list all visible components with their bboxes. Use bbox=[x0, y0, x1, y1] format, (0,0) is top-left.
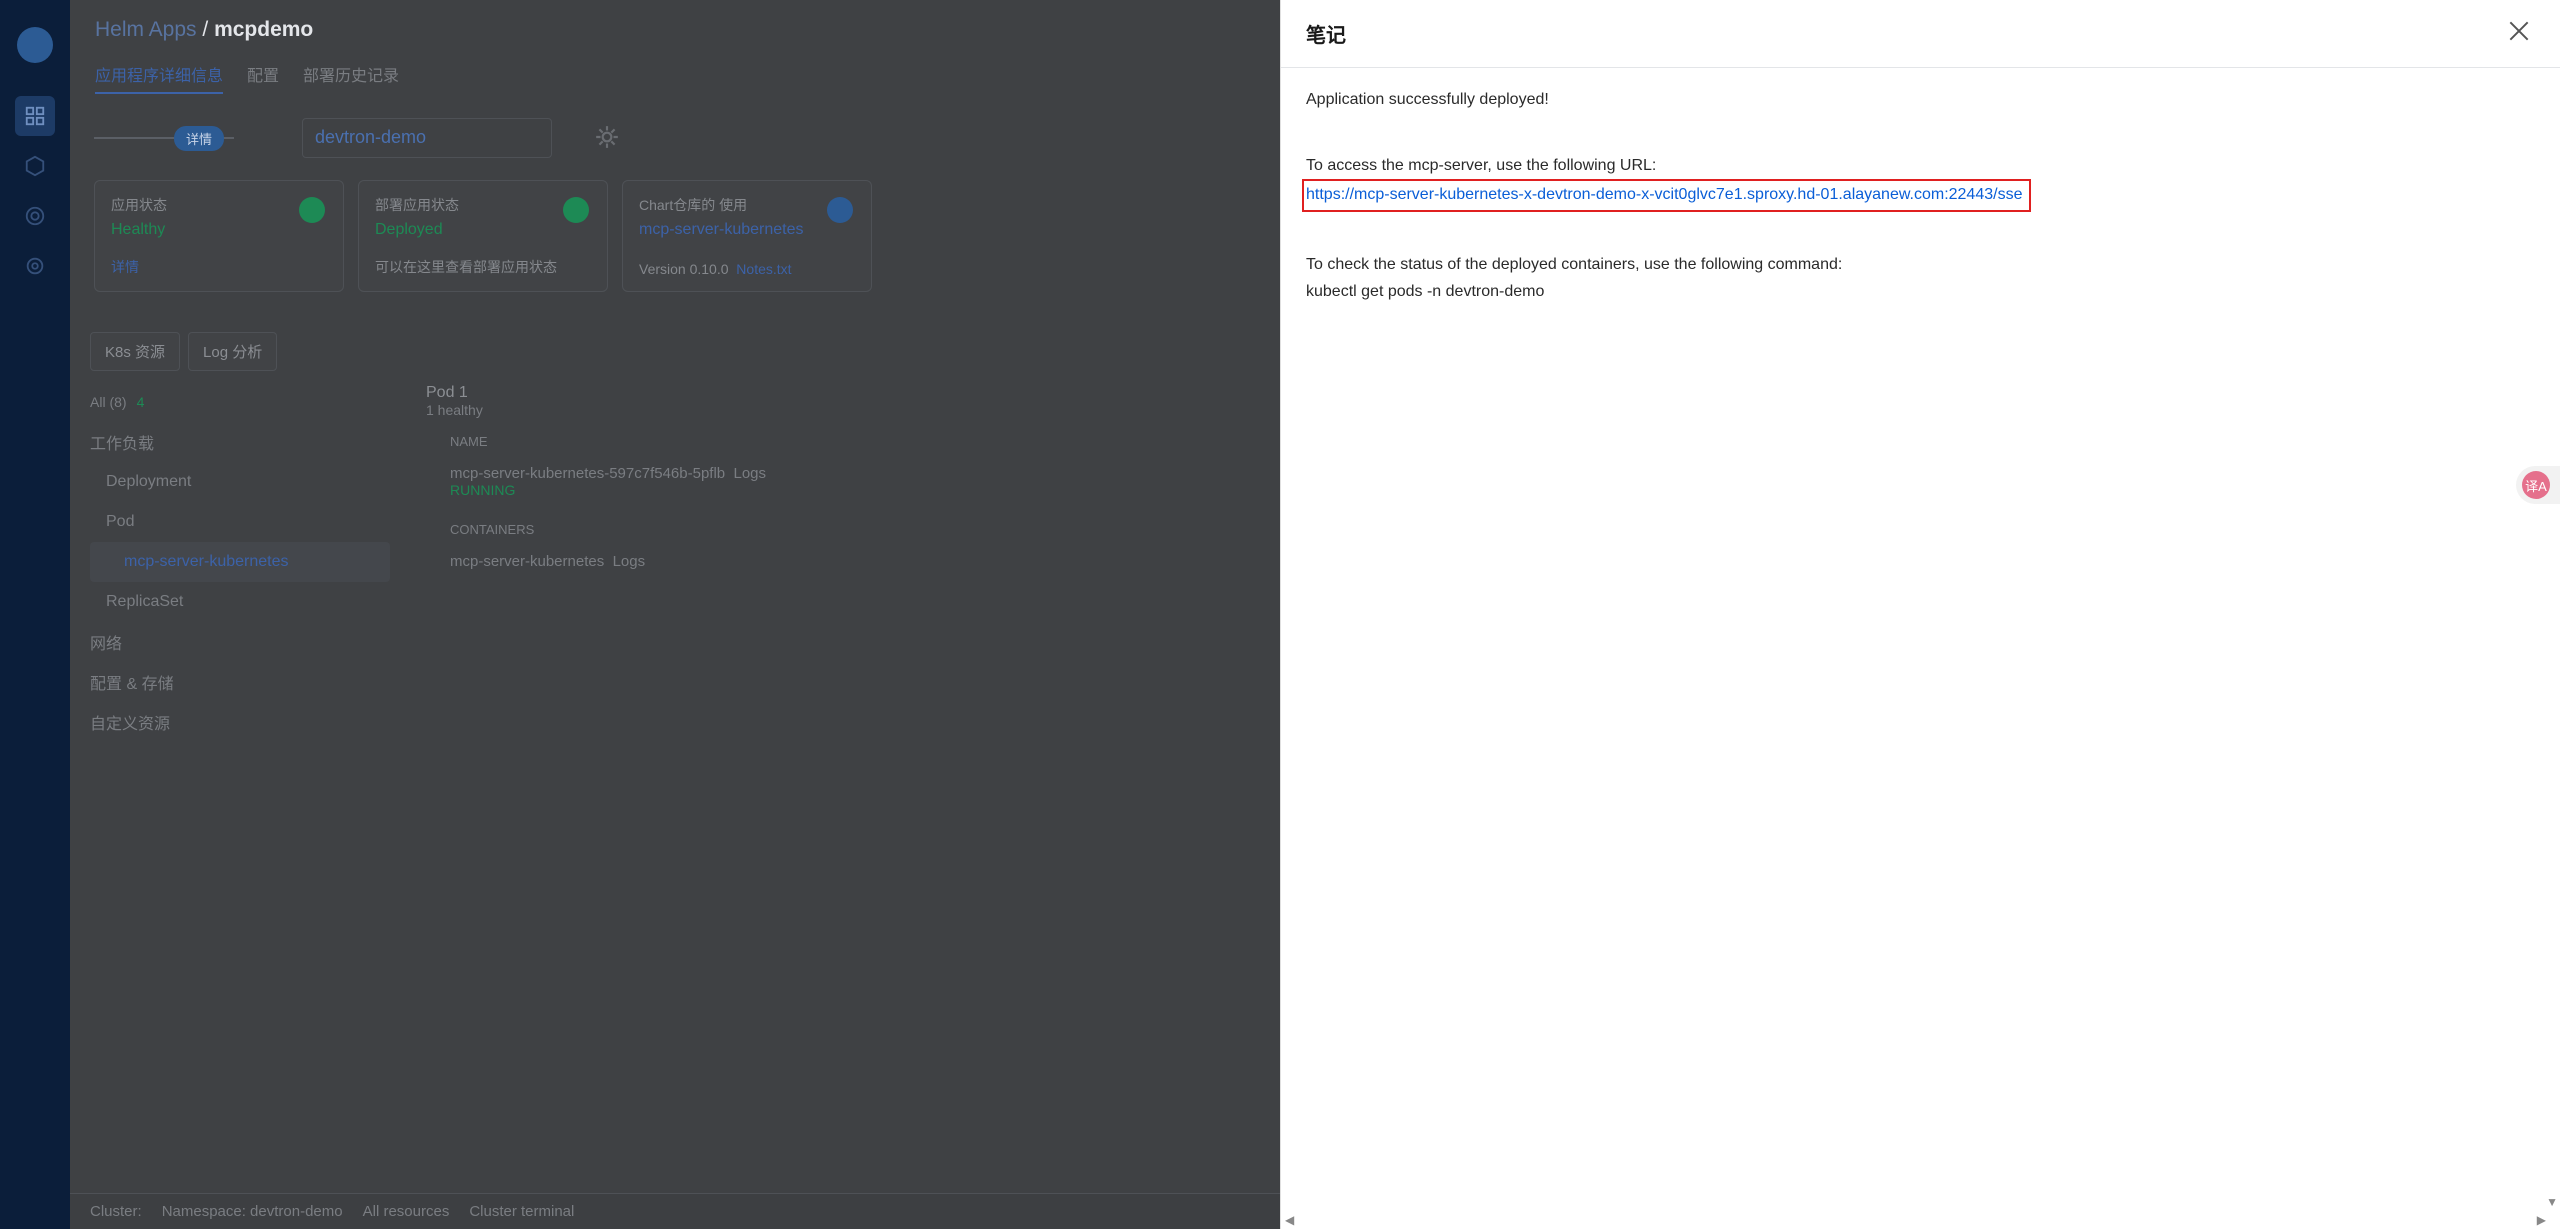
settings-icon[interactable] bbox=[15, 246, 55, 286]
notes-deployed-message: Application successfully deployed! bbox=[1306, 91, 1549, 108]
chart-label: Chart仓库的 使用 bbox=[639, 197, 748, 213]
tree-item-custom-resources[interactable]: 自定义资源 bbox=[90, 702, 390, 742]
container-row: mcp-server-kubernetes Logs bbox=[426, 553, 986, 570]
resource-tree: All (8) 4 工作负载 Deployment Pod mcp-server-… bbox=[90, 382, 390, 742]
filter-healthy[interactable]: 4 bbox=[137, 394, 145, 410]
tree-item-replicaset[interactable]: ReplicaSet bbox=[90, 582, 390, 622]
tab-config[interactable]: 配置 bbox=[247, 62, 279, 94]
tab-k8s-resources[interactable]: K8s 资源 bbox=[90, 332, 181, 371]
breadcrumb-helm-apps[interactable]: Helm Apps bbox=[95, 18, 197, 41]
tree-item-pod-selected[interactable]: mcp-server-kubernetes bbox=[90, 542, 390, 582]
pod-status: RUNNING bbox=[450, 482, 516, 498]
namespace-select[interactable]: devtron-demo bbox=[302, 118, 552, 158]
left-nav-rail bbox=[0, 0, 70, 1229]
devtron-logo-icon[interactable] bbox=[17, 27, 53, 63]
translate-button[interactable]: 译A bbox=[2516, 466, 2560, 504]
container-logs-button[interactable]: Logs bbox=[613, 553, 646, 570]
pod-count: 1 bbox=[458, 384, 468, 401]
containers-header: CONTAINERS bbox=[450, 522, 535, 537]
apps-grid-icon[interactable] bbox=[15, 96, 55, 136]
deploy-status-value: Deployed bbox=[375, 221, 443, 238]
url-highlight-box: https://mcp-server-kubernetes-x-devtron-… bbox=[1302, 179, 2032, 212]
tree-item-network[interactable]: 网络 bbox=[90, 622, 390, 662]
chart-version: Version 0.10.0 bbox=[639, 261, 729, 277]
deploy-status-card: 部署应用状态 Deployed 可以在这里查看部署应用状态 bbox=[358, 180, 608, 292]
tab-log-analysis[interactable]: Log 分析 bbox=[188, 332, 278, 371]
resource-tabs: K8s 资源 Log 分析 bbox=[90, 332, 278, 371]
cluster-gear-icon[interactable] bbox=[15, 196, 55, 236]
breadcrumb-separator: / bbox=[196, 18, 215, 41]
notes-url-intro: To access the mcp-server, use the follow… bbox=[1306, 157, 1657, 174]
status-all-resources[interactable]: All resources bbox=[363, 1203, 450, 1220]
pod-row[interactable]: mcp-server-kubernetes-597c7f546b-5pflb L… bbox=[426, 465, 986, 482]
chart-value[interactable]: mcp-server-kubernetes bbox=[639, 221, 855, 239]
translate-icon: 译A bbox=[2522, 471, 2550, 499]
cube-icon[interactable] bbox=[15, 146, 55, 186]
env-selector: 详情 devtron-demo bbox=[94, 118, 624, 158]
filter-all[interactable]: All (8) bbox=[90, 394, 127, 410]
pod-name-header: NAME bbox=[450, 434, 488, 449]
app-tabs: 应用程序详细信息 配置 部署历史记录 bbox=[95, 62, 399, 94]
scroll-left-arrow-icon[interactable]: ◀ bbox=[1285, 1213, 1294, 1227]
chart-footer: Version 0.10.0 Notes.txt bbox=[639, 261, 792, 277]
notes-drawer: 笔记 Application successfully deployed! To… bbox=[1280, 0, 2560, 1229]
notes-link[interactable]: Notes.txt bbox=[736, 261, 791, 277]
app-details-background: Helm Apps / mcpdemo 应用程序详细信息 配置 部署历史记录 详… bbox=[70, 0, 1280, 1229]
tab-deploy-history[interactable]: 部署历史记录 bbox=[303, 62, 399, 94]
chart-card: Chart仓库的 使用 mcp-server-kubernetes Versio… bbox=[622, 180, 872, 292]
pod-logs-button[interactable]: Logs bbox=[734, 465, 767, 482]
app-status-card: 应用状态 Healthy 详情 bbox=[94, 180, 344, 292]
deploy-status-label: 部署应用状态 bbox=[375, 197, 459, 213]
breadcrumb-app-name: mcpdemo bbox=[214, 18, 314, 41]
drawer-title: 笔记 bbox=[1306, 25, 1346, 47]
tab-app-details[interactable]: 应用程序详细信息 bbox=[95, 62, 224, 94]
status-cluster: Cluster: bbox=[90, 1203, 142, 1220]
check-circle-icon bbox=[563, 197, 589, 223]
pod-name: mcp-server-kubernetes-597c7f546b-5pflb bbox=[450, 465, 726, 482]
close-button[interactable] bbox=[2506, 18, 2532, 44]
notes-kubectl-command: kubectl get pods -n devtron-demo bbox=[1306, 283, 1545, 300]
tree-item-workloads[interactable]: 工作负载 bbox=[90, 422, 390, 462]
heart-icon bbox=[299, 197, 325, 223]
close-icon bbox=[2509, 21, 2529, 41]
tree-item-deployment[interactable]: Deployment bbox=[90, 462, 390, 502]
notes-status-intro: To check the status of the deployed cont… bbox=[1306, 256, 1843, 273]
drawer-header: 笔记 bbox=[1281, 0, 2560, 68]
status-namespace: Namespace: devtron-demo bbox=[161, 1203, 343, 1220]
chart-icon bbox=[827, 197, 853, 223]
hibernate-gear-icon[interactable] bbox=[594, 124, 620, 150]
app-status-details-link[interactable]: 详情 bbox=[111, 257, 139, 277]
tree-filter-row: All (8) 4 bbox=[90, 382, 390, 422]
breadcrumb: Helm Apps / mcpdemo bbox=[95, 18, 313, 42]
mcp-server-url-link[interactable]: https://mcp-server-kubernetes-x-devtron-… bbox=[1306, 186, 2022, 203]
env-pill[interactable]: 详情 bbox=[174, 126, 225, 151]
notes-content: Application successfully deployed! To ac… bbox=[1281, 68, 2560, 323]
deploy-status-footer: 可以在这里查看部署应用状态 bbox=[375, 259, 557, 275]
pod-healthy: 1 healthy bbox=[426, 402, 483, 418]
tree-item-pod[interactable]: Pod bbox=[90, 502, 390, 542]
status-cluster-terminal[interactable]: Cluster terminal bbox=[469, 1203, 574, 1220]
app-status-label: 应用状态 bbox=[111, 197, 167, 213]
status-bar: Cluster: Namespace: devtron-demo All res… bbox=[70, 1193, 1280, 1229]
scroll-right-arrow-icon[interactable]: ▶ bbox=[2537, 1213, 2546, 1227]
pod-panel: Pod 1 1 healthy NAME mcp-server-kubernet… bbox=[426, 384, 986, 570]
container-name: mcp-server-kubernetes bbox=[450, 553, 605, 570]
pod-title: Pod bbox=[426, 384, 455, 401]
pod-title-row: Pod 1 bbox=[426, 384, 986, 402]
scroll-down-arrow-icon[interactable]: ▼ bbox=[2546, 1195, 2558, 1209]
tree-item-config-storage[interactable]: 配置 & 存储 bbox=[90, 662, 390, 702]
app-status-value: Healthy bbox=[111, 221, 166, 238]
